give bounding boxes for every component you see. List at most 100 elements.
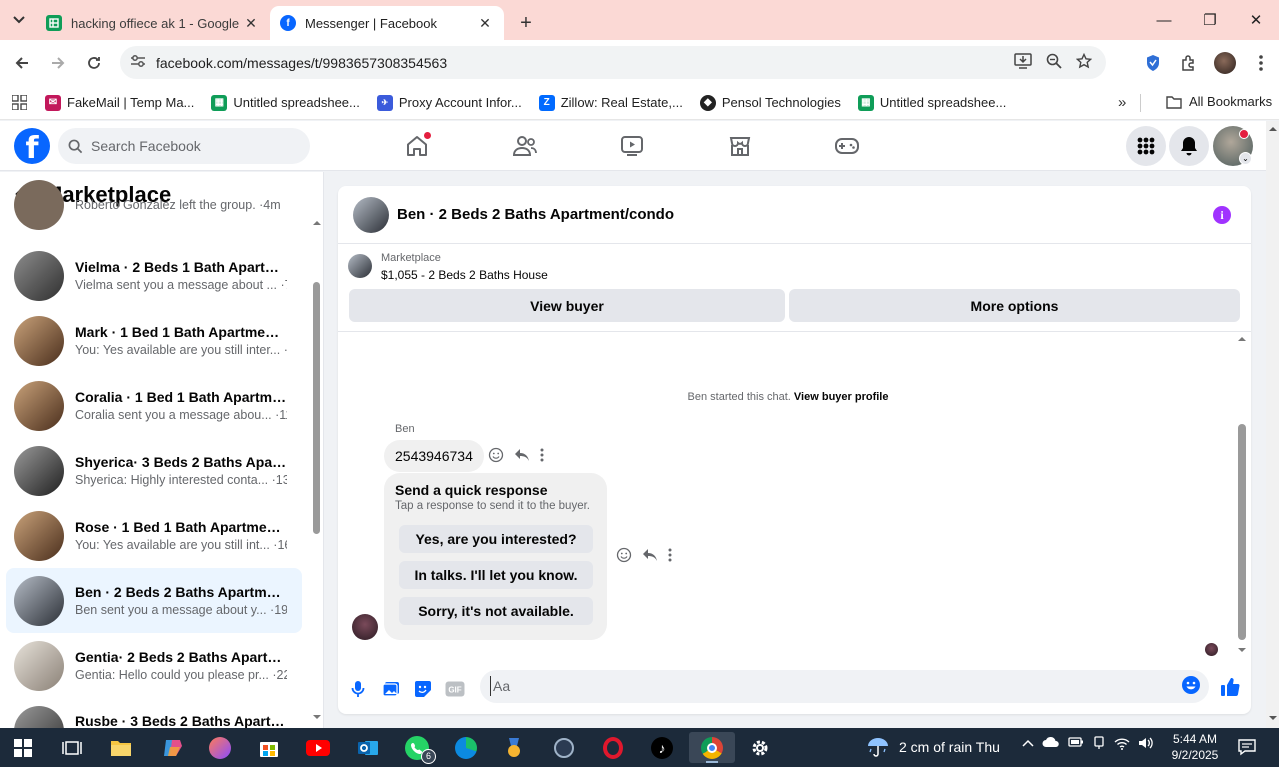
all-bookmarks[interactable]: All Bookmarks xyxy=(1166,94,1272,109)
system-clock[interactable]: 5:44 AM 9/2/2025 xyxy=(1168,731,1222,763)
bookmark-proxy[interactable]: ✈ Proxy Account Infor... xyxy=(376,94,522,111)
chat-avatar[interactable] xyxy=(353,196,389,233)
task-view-icon[interactable] xyxy=(52,732,92,763)
notification-center-icon[interactable] xyxy=(1238,738,1256,756)
extensions-icon[interactable] xyxy=(1171,54,1207,72)
youtube-icon[interactable] xyxy=(298,732,338,763)
bookmark-spreadsheet-2[interactable]: ▦ Untitled spreadshee... xyxy=(857,94,1006,111)
nav-video[interactable] xyxy=(602,121,662,171)
thumbs-up-icon[interactable] xyxy=(1219,676,1241,698)
gif-icon[interactable]: GIF xyxy=(444,678,466,700)
sticker-icon[interactable] xyxy=(412,678,434,700)
close-icon[interactable]: ✕ xyxy=(476,15,494,32)
settings-gear-icon[interactable] xyxy=(740,732,780,763)
wifi-icon[interactable] xyxy=(1114,736,1130,753)
scroll-up-icon[interactable] xyxy=(1237,336,1247,342)
view-buyer-button[interactable]: View buyer xyxy=(349,289,785,322)
account-avatar[interactable]: ⌄ xyxy=(1213,126,1253,166)
opera-icon[interactable] xyxy=(593,732,633,763)
medal-app-icon[interactable] xyxy=(494,732,534,763)
outlook-icon[interactable] xyxy=(348,732,388,763)
bookmark-spreadsheet-1[interactable]: ▦ Untitled spreadshee... xyxy=(211,94,360,111)
app-icon[interactable] xyxy=(544,732,584,763)
scrollbar-thumb[interactable] xyxy=(1238,424,1246,640)
install-app-icon[interactable] xyxy=(1014,52,1032,73)
scrollbar-thumb[interactable] xyxy=(313,282,320,534)
reply-icon[interactable] xyxy=(514,448,530,462)
facebook-logo[interactable]: f xyxy=(14,128,50,164)
reply-icon[interactable] xyxy=(642,548,658,562)
network-icon[interactable] xyxy=(1092,736,1106,753)
bookmark-star-icon[interactable] xyxy=(1075,52,1093,73)
tab-google-sheets[interactable]: hacking offiece ak 1 - Google Sheets ✕ xyxy=(36,6,270,40)
more-bookmarks-icon[interactable]: » xyxy=(1118,94,1126,111)
nav-home[interactable] xyxy=(387,121,447,171)
bookmark-fakemail[interactable]: ✉ FakeMail | Temp Ma... xyxy=(45,94,194,111)
nav-friends[interactable] xyxy=(495,121,555,171)
tiktok-icon[interactable]: ♪ xyxy=(642,732,682,763)
url-text[interactable]: facebook.com/messages/t/9983657308354563 xyxy=(156,55,1014,71)
emoji-icon[interactable] xyxy=(1181,675,1201,698)
paint-app-icon[interactable] xyxy=(200,732,240,763)
message-bubble[interactable]: 2543946734 xyxy=(384,440,484,472)
scroll-down-icon[interactable] xyxy=(1237,647,1247,653)
more-icon[interactable] xyxy=(540,448,544,462)
sidebar-scrollbar[interactable] xyxy=(311,220,321,720)
scroll-up-icon[interactable] xyxy=(312,220,322,226)
apps-grid-icon[interactable] xyxy=(12,95,27,110)
whatsapp-icon[interactable]: 6 xyxy=(397,732,437,764)
more-options-button[interactable]: More options xyxy=(789,289,1240,322)
edge-icon[interactable] xyxy=(446,732,486,763)
nav-gaming[interactable] xyxy=(817,121,877,171)
menu-button[interactable] xyxy=(1126,126,1166,166)
profile-avatar[interactable] xyxy=(1207,51,1243,74)
address-bar[interactable]: facebook.com/messages/t/9983657308354563 xyxy=(120,46,1106,79)
weather-widget[interactable]: 2 cm of rain Thu xyxy=(866,736,1000,758)
message-input[interactable] xyxy=(490,676,1170,696)
react-icon[interactable] xyxy=(488,447,504,463)
bookmark-pensol[interactable]: ◆ Pensol Technologies xyxy=(699,94,841,111)
more-menu-icon[interactable] xyxy=(1243,54,1279,71)
forward-button[interactable] xyxy=(40,45,76,81)
tab-messenger[interactable]: f Messenger | Facebook ✕ xyxy=(270,6,504,40)
file-explorer-icon[interactable] xyxy=(101,732,141,763)
search-input[interactable] xyxy=(91,138,291,154)
battery-icon[interactable] xyxy=(1068,736,1084,753)
info-icon[interactable]: i xyxy=(1213,206,1231,224)
reload-button[interactable] xyxy=(76,45,112,81)
nav-marketplace[interactable] xyxy=(710,121,770,171)
tab-search-button[interactable] xyxy=(6,7,32,33)
scroll-up-icon[interactable] xyxy=(1268,126,1278,132)
list-item[interactable]: Roberto González left the group. ·4m xyxy=(6,179,302,247)
photo-icon[interactable] xyxy=(380,678,402,700)
onedrive-cloud-icon[interactable] xyxy=(1042,736,1060,753)
restore-icon[interactable]: ❐ xyxy=(1187,0,1233,40)
site-settings-icon[interactable] xyxy=(120,54,156,71)
chevron-up-icon[interactable] xyxy=(1022,736,1034,753)
scroll-down-icon[interactable] xyxy=(1268,715,1278,721)
close-window-icon[interactable]: ✕ xyxy=(1233,0,1279,40)
volume-icon[interactable] xyxy=(1138,736,1154,753)
minimize-icon[interactable]: — xyxy=(1141,0,1187,40)
copilot-icon[interactable] xyxy=(153,732,193,763)
new-tab-button[interactable]: + xyxy=(512,9,540,37)
close-icon[interactable]: ✕ xyxy=(242,15,260,32)
vpn-shield-icon[interactable] xyxy=(1135,54,1171,72)
quick-response-in-talks[interactable]: In talks. I'll let you know. xyxy=(399,561,593,589)
microphone-icon[interactable] xyxy=(347,678,369,700)
quick-response-yes[interactable]: Yes, are you interested? xyxy=(399,525,593,553)
chat-scrollbar[interactable] xyxy=(1237,336,1247,656)
list-item[interactable]: Mark · 1 Bed 1 Bath Apartment/condo You: … xyxy=(6,308,302,373)
microsoft-store-icon[interactable] xyxy=(249,732,289,763)
windows-start-icon[interactable] xyxy=(3,732,43,763)
view-buyer-profile-link[interactable]: View buyer profile xyxy=(794,391,889,403)
quick-response-not-available[interactable]: Sorry, it's not available. xyxy=(399,597,593,625)
chat-title[interactable]: Ben · 2 Beds 2 Baths Apartment/condo xyxy=(397,206,674,223)
scroll-down-icon[interactable] xyxy=(312,714,322,720)
notifications-button[interactable] xyxy=(1169,126,1209,166)
bookmark-zillow[interactable]: Z Zillow: Real Estate,... xyxy=(538,94,683,111)
facebook-search[interactable] xyxy=(58,128,310,164)
back-button[interactable] xyxy=(4,45,40,81)
list-item[interactable]: Rose · 1 Bed 1 Bath Apartment/condo You: … xyxy=(6,503,302,568)
more-icon[interactable] xyxy=(668,548,672,562)
